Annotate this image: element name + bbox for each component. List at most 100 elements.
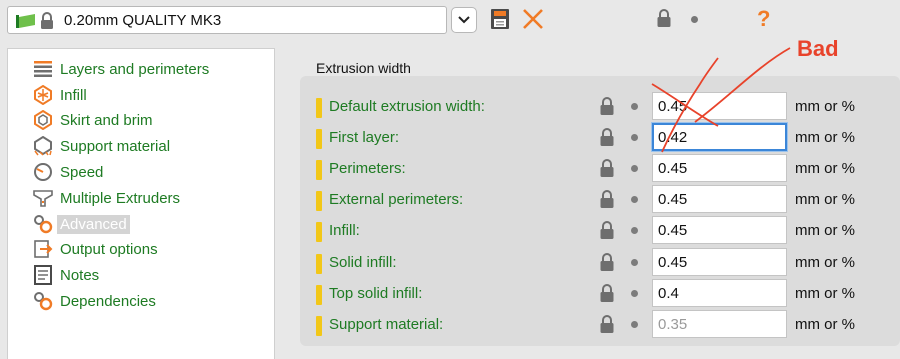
unit-label: mm or %: [795, 98, 855, 115]
reset-dot-icon[interactable]: [631, 259, 638, 266]
support-icon: [33, 136, 53, 156]
unit-label: mm or %: [795, 285, 855, 302]
setting-row-top-solid-infill: Top solid infill: mm or %: [300, 279, 900, 309]
perimeters-input[interactable]: [652, 154, 787, 182]
reset-dot-icon[interactable]: [631, 290, 638, 297]
preset-combo[interactable]: 0.20mm QUALITY MK3: [7, 6, 447, 34]
setting-label: First layer:: [329, 129, 400, 146]
preset-name: 0.20mm QUALITY MK3: [64, 12, 222, 29]
sidebar-item-infill[interactable]: Infill: [33, 84, 87, 106]
sidebar-item-label: Layers and perimeters: [60, 60, 210, 78]
lock-icon[interactable]: [599, 127, 615, 147]
reset-dot-icon[interactable]: [631, 165, 638, 172]
sidebar-item-label: Multiple Extruders: [60, 189, 181, 207]
preset-dropdown-button[interactable]: [451, 7, 477, 33]
close-icon[interactable]: [521, 7, 545, 31]
lock-icon: [41, 12, 53, 29]
setting-label: Support material:: [329, 316, 444, 333]
lock-icon[interactable]: [599, 96, 615, 116]
mode-marker: [316, 191, 322, 211]
preset-toolbar: 0.20mm QUALITY MK3 ?: [0, 0, 900, 40]
chevron-down-icon: [458, 16, 470, 24]
sidebar-item-label: Infill: [60, 86, 87, 104]
output-icon: [33, 239, 53, 259]
setting-row-support-material: Support material: mm or %: [300, 310, 900, 340]
lock-icon[interactable]: [599, 283, 615, 303]
sidebar-item-label: Support material: [60, 137, 171, 155]
unit-label: mm or %: [795, 191, 855, 208]
unit-label: mm or %: [795, 254, 855, 271]
sidebar-item-multiple-extruders[interactable]: Multiple Extruders: [33, 187, 180, 209]
sidebar-item-label: Speed: [60, 163, 104, 181]
setting-row-external-perimeters: External perimeters: mm or %: [300, 185, 900, 215]
lock-icon[interactable]: [599, 158, 615, 178]
support-material-input[interactable]: [652, 310, 787, 338]
reset-dot-icon[interactable]: [631, 103, 638, 110]
gears-icon: [33, 214, 53, 234]
mode-marker: [316, 98, 322, 118]
sidebar-item-support-material[interactable]: Support material: [33, 135, 170, 157]
speed-icon: [33, 162, 53, 182]
lock-icon[interactable]: [599, 252, 615, 272]
dot-icon[interactable]: [691, 16, 698, 23]
sidebar-item-skirt-and-brim[interactable]: Skirt and brim: [33, 109, 153, 131]
sidebar-item-speed[interactable]: Speed: [33, 161, 103, 183]
setting-row-default-extrusion-width: Default extrusion width: mm or %: [300, 92, 900, 122]
mode-marker: [316, 129, 322, 149]
default-extrusion-width-input[interactable]: [652, 92, 787, 120]
sidebar-item-label: Dependencies: [60, 292, 156, 310]
lock-icon[interactable]: [656, 8, 672, 28]
settings-sidebar: Layers and perimeters Infill Skirt and b…: [7, 48, 275, 359]
layers-icon: [33, 59, 53, 79]
setting-row-infill: Infill: mm or %: [300, 216, 900, 246]
skirt-icon: [33, 110, 53, 130]
funnel-icon: [33, 188, 53, 208]
unit-label: mm or %: [795, 316, 855, 333]
lock-icon[interactable]: [599, 189, 615, 209]
setting-label: Top solid infill:: [329, 285, 423, 302]
setting-row-solid-infill: Solid infill: mm or %: [300, 248, 900, 278]
top-solid-infill-input[interactable]: [652, 279, 787, 307]
mode-marker: [316, 254, 322, 274]
first-layer-input[interactable]: [652, 123, 787, 151]
solid-infill-input[interactable]: [652, 248, 787, 276]
setting-label: Default extrusion width:: [329, 98, 485, 115]
sidebar-item-output-options[interactable]: Output options: [33, 238, 158, 260]
unit-label: mm or %: [795, 222, 855, 239]
save-icon[interactable]: [490, 8, 510, 30]
mode-marker: [316, 160, 322, 180]
extrusion-width-group: Default extrusion width: mm or % First l…: [300, 76, 900, 346]
setting-row-perimeters: Perimeters: mm or %: [300, 154, 900, 184]
lock-icon[interactable]: [599, 220, 615, 240]
annotation-label: Bad: [797, 36, 839, 61]
setting-label: Perimeters:: [329, 160, 406, 177]
reset-dot-icon[interactable]: [631, 134, 638, 141]
sidebar-item-label: Advanced: [57, 214, 130, 234]
sidebar-item-label: Output options: [60, 240, 158, 258]
lock-icon[interactable]: [599, 314, 615, 334]
mode-marker: [316, 285, 322, 305]
reset-dot-icon[interactable]: [631, 196, 638, 203]
notes-icon: [33, 265, 53, 285]
sidebar-item-layers-and-perimeters[interactable]: Layers and perimeters: [33, 58, 209, 80]
flag-icon: [16, 14, 35, 28]
section-title: Extrusion width: [316, 60, 411, 76]
external-perimeters-input[interactable]: [652, 185, 787, 213]
sidebar-item-label: Notes: [60, 266, 100, 284]
reset-dot-icon[interactable]: [631, 321, 638, 328]
gears-icon: [33, 291, 53, 311]
unit-label: mm or %: [795, 129, 855, 146]
reset-dot-icon[interactable]: [631, 227, 638, 234]
sidebar-item-notes[interactable]: Notes: [33, 264, 99, 286]
setting-row-first-layer: First layer: mm or %: [300, 123, 900, 153]
sidebar-item-dependencies[interactable]: Dependencies: [33, 290, 156, 312]
infill-input[interactable]: [652, 216, 787, 244]
setting-label: External perimeters:: [329, 191, 464, 208]
sidebar-item-advanced[interactable]: Advanced: [33, 213, 130, 235]
help-button[interactable]: ?: [757, 6, 770, 32]
setting-label: Infill:: [329, 222, 360, 239]
setting-label: Solid infill:: [329, 254, 397, 271]
mode-marker: [316, 222, 322, 242]
unit-label: mm or %: [795, 160, 855, 177]
infill-icon: [33, 85, 53, 105]
